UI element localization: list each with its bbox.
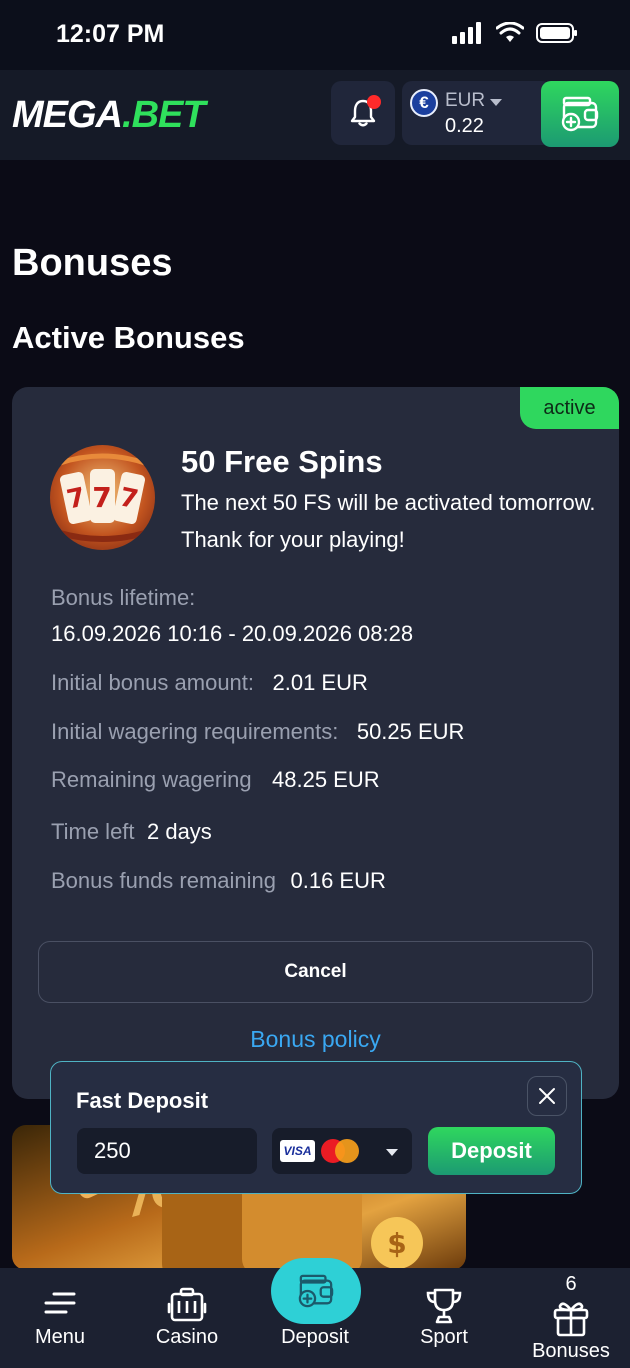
wallet-deposit-button[interactable]: [541, 81, 619, 147]
logo-dot: .: [122, 94, 133, 136]
deposit-amount-input[interactable]: 250: [77, 1128, 257, 1174]
bonus-title: 50 Free Spins: [181, 444, 383, 479]
section-title-active-bonuses: Active Bonuses: [12, 320, 245, 355]
detail-row-remaining-wagering: Remaining wagering 48.25 EUR: [51, 767, 380, 793]
battery-icon: [536, 23, 577, 43]
nav-label-casino: Casino: [155, 1326, 219, 1348]
system-icons: [452, 22, 578, 44]
funds-remaining-label: Bonus funds remaining: [51, 868, 277, 893]
svg-text:7: 7: [92, 481, 111, 514]
active-bonus-card: active 7 7 7 50 Free Spins The next 50 F…: [12, 387, 619, 1099]
slot-reels-graphic: 7 7 7: [59, 453, 146, 542]
currency-label: EUR: [445, 90, 486, 111]
notifications-button[interactable]: [331, 81, 395, 145]
top-header: MEGA.BET € EUR 0.22: [0, 70, 630, 160]
funds-remaining-value: 0.16 EUR: [290, 868, 386, 893]
close-icon: [539, 1088, 555, 1104]
nav-item-casino[interactable]: Casino: [124, 1268, 250, 1368]
wagering-req-value: 50.25 EUR: [356, 719, 465, 744]
gift-icon: [553, 1302, 589, 1337]
balance-selector[interactable]: € EUR 0.22: [402, 81, 552, 145]
menu-icon: [44, 1292, 76, 1314]
nav-label-bonuses: Bonuses: [532, 1340, 610, 1362]
nav-label-menu: Menu: [34, 1326, 86, 1348]
bonuses-count-badge: 6: [565, 1273, 577, 1295]
mastercard-icon-overlap: [335, 1139, 359, 1163]
remaining-wagering-value: 48.25 EUR: [272, 767, 380, 792]
cancel-bonus-button[interactable]: Cancel: [38, 941, 593, 1003]
logo-text-mega: MEGA: [12, 94, 123, 136]
deposit-nav-button[interactable]: [271, 1258, 361, 1324]
page-title: Bonuses: [12, 242, 173, 284]
status-badge: active: [520, 387, 619, 429]
nav-item-menu[interactable]: Menu: [0, 1268, 123, 1368]
visa-card-icon: VISA: [280, 1140, 315, 1162]
megabet-logo[interactable]: MEGA.BET: [12, 94, 206, 136]
wagering-req-label: Initial wagering requirements:: [51, 719, 339, 744]
detail-row-time-left: Time left 2 days: [51, 819, 212, 845]
initial-amount-label: Initial bonus amount:: [51, 670, 255, 695]
chevron-down-icon: [386, 1149, 398, 1156]
balance-amount: 0.22: [445, 115, 484, 137]
wallet-plus-icon: [561, 96, 599, 132]
chevron-down-icon: [490, 99, 502, 106]
euro-icon: €: [410, 89, 438, 117]
casino-icon: [167, 1287, 207, 1322]
nav-label-sport: Sport: [420, 1326, 468, 1348]
bonus-policy-link[interactable]: Bonus policy: [12, 1026, 619, 1053]
fast-deposit-title: Fast Deposit: [76, 1088, 209, 1113]
lifetime-label: Bonus lifetime:: [51, 585, 196, 610]
bonus-description: The next 50 FS will be activated tomorro…: [181, 490, 596, 552]
nav-item-bonuses[interactable]: 6 Bonuses: [508, 1268, 630, 1368]
trophy-icon: [426, 1288, 462, 1324]
payment-method-select[interactable]: VISA: [272, 1128, 412, 1174]
initial-amount-value: 2.01 EUR: [272, 670, 368, 695]
close-button[interactable]: [527, 1076, 567, 1116]
slot-machine-icon: 7 7 7: [50, 445, 155, 550]
notification-dot: [367, 95, 381, 109]
logo-text-bet: BET: [131, 94, 206, 136]
fast-deposit-panel: Fast Deposit 250 VISA Deposit: [50, 1061, 582, 1194]
detail-row-lifetime-value: 16.09.2026 10:16 - 20.09.2026 08:28: [51, 621, 413, 647]
wallet-plus-icon: [298, 1274, 334, 1308]
detail-row-lifetime: Bonus lifetime:: [51, 585, 195, 611]
signal-icon: [452, 22, 481, 44]
lifetime-value: 16.09.2026 10:16 - 20.09.2026 08:28: [51, 621, 414, 646]
detail-row-initial-amount: Initial bonus amount: 2.01 EUR: [51, 670, 368, 696]
remaining-wagering-label: Remaining wagering: [51, 767, 252, 792]
fast-deposit-button[interactable]: Deposit: [428, 1127, 555, 1175]
detail-row-wagering-req: Initial wagering requirements: 50.25 EUR: [51, 719, 464, 745]
detail-row-funds-remaining: Bonus funds remaining 0.16 EUR: [51, 868, 386, 894]
wifi-icon: [496, 22, 524, 42]
nav-item-sport[interactable]: Sport: [381, 1268, 507, 1368]
svg-text:$: $: [387, 1227, 406, 1260]
status-time: 12:07 PM: [56, 20, 165, 48]
status-bar: 12:07 PM: [0, 0, 630, 70]
time-left-value: 2 days: [146, 819, 212, 844]
time-left-label: Time left: [51, 819, 135, 844]
nav-label-deposit: Deposit: [281, 1326, 349, 1348]
